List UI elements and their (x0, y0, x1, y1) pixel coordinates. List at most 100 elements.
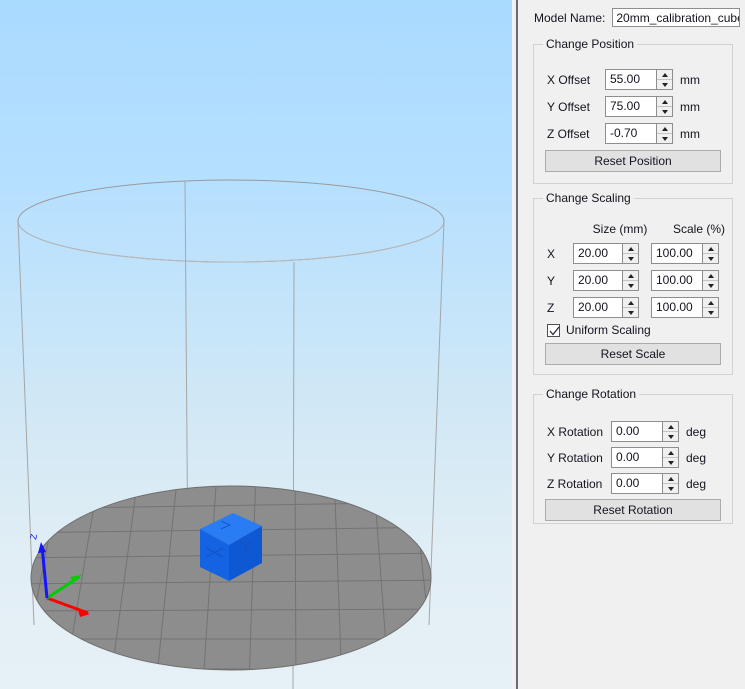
size-y-spinbox[interactable]: 20.00 (573, 270, 639, 291)
x-offset-value[interactable]: 55.00 (606, 70, 656, 89)
size-y-decrement-icon[interactable] (623, 281, 638, 290)
y-rotation-value[interactable]: 0.00 (612, 448, 662, 467)
reset-scale-button[interactable]: Reset Scale (545, 343, 721, 365)
scale-x-spin-buttons[interactable] (702, 244, 718, 263)
x-offset-increment-icon[interactable] (657, 70, 672, 80)
scale-row-z: Z 20.00 100.00 (547, 297, 719, 318)
scale-x-decrement-icon[interactable] (703, 254, 718, 263)
y-rotation-decrement-icon[interactable] (663, 458, 678, 467)
y-offset-spinbox[interactable]: 75.00 (605, 96, 673, 117)
scale-y-value[interactable]: 100.00 (652, 271, 702, 290)
scale-z-value[interactable]: 100.00 (652, 298, 702, 317)
x-rotation-spinbox[interactable]: 0.00 (611, 421, 679, 442)
x-offset-spin-buttons[interactable] (656, 70, 672, 89)
scale-y-increment-icon[interactable] (703, 271, 718, 281)
scale-z-decrement-icon[interactable] (703, 308, 718, 317)
scale-column-header: Scale (%) (672, 222, 725, 236)
z-offset-increment-icon[interactable] (657, 124, 672, 134)
x-offset-spinbox[interactable]: 55.00 (605, 69, 673, 90)
panel-splitter[interactable] (512, 0, 522, 689)
size-y-increment-icon[interactable] (623, 271, 638, 281)
x-rotation-decrement-icon[interactable] (663, 432, 678, 441)
y-rotation-spinbox[interactable]: 0.00 (611, 447, 679, 468)
z-rotation-row: Z Rotation 0.00 deg (547, 473, 706, 494)
reset-rotation-button[interactable]: Reset Rotation (545, 499, 721, 521)
x-offset-decrement-icon[interactable] (657, 80, 672, 89)
change-position-group: Change Position X Offset 55.00 mm Y Offs… (533, 37, 733, 184)
build-volume-top-ellipse (17, 179, 445, 263)
model-editor-window: Z Model Name: 20mm_calibration_cube Chan… (0, 0, 745, 689)
scale-x-value[interactable]: 100.00 (652, 244, 702, 263)
z-offset-decrement-icon[interactable] (657, 134, 672, 143)
size-z-value[interactable]: 20.00 (574, 298, 622, 317)
size-x-value[interactable]: 20.00 (574, 244, 622, 263)
model-settings-panel: Model Name: 20mm_calibration_cube Change… (522, 0, 745, 689)
y-offset-decrement-icon[interactable] (657, 107, 672, 116)
change-rotation-title: Change Rotation (543, 387, 640, 401)
scale-axis-x-label: X (547, 246, 556, 261)
y-rotation-increment-icon[interactable] (663, 448, 678, 458)
z-rotation-spin-buttons[interactable] (662, 474, 678, 493)
x-rotation-unit: deg (686, 424, 707, 439)
y-rotation-spin-buttons[interactable] (662, 448, 678, 467)
y-offset-value[interactable]: 75.00 (606, 97, 656, 116)
scale-z-spinbox[interactable]: 100.00 (651, 297, 719, 318)
z-offset-spinbox[interactable]: -0.70 (605, 123, 673, 144)
y-offset-increment-icon[interactable] (657, 97, 672, 107)
x-rotation-spin-buttons[interactable] (662, 422, 678, 441)
3d-viewport[interactable]: Z (0, 0, 512, 689)
x-rotation-value[interactable]: 0.00 (612, 422, 662, 441)
z-rotation-increment-icon[interactable] (663, 474, 678, 484)
build-volume-scene: Z (17, 179, 445, 689)
scale-axis-y-label: Y (547, 273, 556, 288)
change-scaling-title: Change Scaling (543, 191, 634, 205)
scale-y-spin-buttons[interactable] (702, 271, 718, 290)
axis-z-label: Z (28, 532, 39, 540)
x-rotation-label: X Rotation (547, 424, 604, 439)
y-offset-unit: mm (680, 99, 700, 114)
scale-z-increment-icon[interactable] (703, 298, 718, 308)
z-offset-label: Z Offset (547, 126, 590, 141)
build-volume-top-front-arc (17, 220, 445, 263)
z-rotation-value[interactable]: 0.00 (612, 474, 662, 493)
reset-position-button[interactable]: Reset Position (545, 150, 721, 172)
model-name-input[interactable]: 20mm_calibration_cube (612, 8, 741, 27)
splitter-handle[interactable] (516, 0, 518, 689)
x-rotation-increment-icon[interactable] (663, 422, 678, 432)
size-z-decrement-icon[interactable] (623, 308, 638, 317)
scale-z-spin-buttons[interactable] (702, 298, 718, 317)
z-rotation-spinbox[interactable]: 0.00 (611, 473, 679, 494)
z-offset-value[interactable]: -0.70 (606, 124, 656, 143)
y-offset-spin-buttons[interactable] (656, 97, 672, 116)
size-x-decrement-icon[interactable] (623, 254, 638, 263)
size-z-spin-buttons[interactable] (622, 298, 638, 317)
scale-y-decrement-icon[interactable] (703, 281, 718, 290)
scale-axis-z-label: Z (547, 300, 555, 315)
size-x-spinbox[interactable]: 20.00 (573, 243, 639, 264)
size-x-increment-icon[interactable] (623, 244, 638, 254)
z-offset-unit: mm (680, 126, 700, 141)
size-y-spin-buttons[interactable] (622, 271, 638, 290)
scale-x-spinbox[interactable]: 100.00 (651, 243, 719, 264)
uniform-scaling-row[interactable]: Uniform Scaling (547, 323, 651, 337)
z-offset-spin-buttons[interactable] (656, 124, 672, 143)
size-x-spin-buttons[interactable] (622, 244, 638, 263)
model-name-row: Model Name: 20mm_calibration_cube (534, 8, 741, 27)
z-rotation-label: Z Rotation (547, 476, 603, 491)
z-rotation-unit: deg (686, 476, 707, 491)
change-scaling-group: Change Scaling Size (mm) Scale (%) X 20.… (533, 191, 733, 375)
scale-y-spinbox[interactable]: 100.00 (651, 270, 719, 291)
size-y-value[interactable]: 20.00 (574, 271, 622, 290)
size-z-spinbox[interactable]: 20.00 (573, 297, 639, 318)
build-volume-wall-line-left (17, 220, 35, 626)
y-rotation-label: Y Rotation (547, 450, 603, 465)
build-volume-wall-line-right (428, 220, 445, 626)
y-offset-row: Y Offset 75.00 mm (547, 96, 700, 117)
y-rotation-unit: deg (686, 450, 707, 465)
size-z-increment-icon[interactable] (623, 298, 638, 308)
change-position-title: Change Position (543, 37, 638, 51)
model-name-label: Model Name: (534, 10, 606, 25)
z-rotation-decrement-icon[interactable] (663, 484, 678, 493)
scale-x-increment-icon[interactable] (703, 244, 718, 254)
uniform-scaling-checkbox[interactable] (547, 323, 560, 337)
